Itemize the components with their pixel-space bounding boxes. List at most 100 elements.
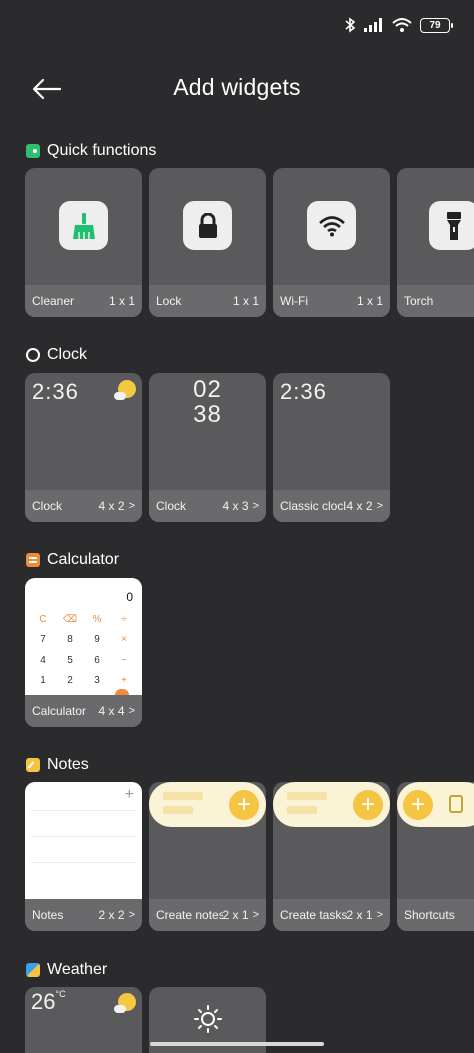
widget-name: Clock	[156, 499, 187, 513]
widget-card-clock-4x3[interactable]: 02 38 Clock 4 x 3 >	[149, 373, 266, 522]
widget-name: Shortcuts	[404, 908, 455, 922]
calculator-key: 1	[40, 675, 46, 686]
clock-time: 2:36	[280, 379, 327, 404]
calculator-key: −	[121, 655, 127, 666]
widget-name: Wi-Fi	[280, 294, 308, 308]
widget-card-lock[interactable]: Lock 1 x 1	[149, 168, 266, 317]
calculator-key: 4	[40, 655, 46, 666]
chevron-right-icon: >	[252, 909, 259, 921]
widget-footer: Cleaner 1 x 1	[25, 285, 142, 317]
add-icon: +	[403, 790, 433, 820]
wifi-icon	[307, 201, 356, 250]
chevron-right-icon: >	[128, 705, 135, 717]
widget-card-create-notes[interactable]: + Create notes 2 x 1 >	[149, 782, 266, 931]
section-title: Calculator	[47, 551, 120, 568]
widget-size: 1 x 1	[232, 294, 259, 308]
widget-footer: Notes 2 x 2 >	[25, 899, 142, 931]
shortcuts-preview: +	[397, 782, 474, 827]
note-icon	[449, 795, 463, 813]
lock-icon	[183, 201, 232, 250]
widget-name: Lock	[156, 294, 182, 308]
weather-sun-icon	[114, 380, 136, 400]
calculator-key: ⌫	[62, 614, 78, 625]
temperature-value: 26	[31, 989, 56, 1014]
widget-footer: Clock 4 x 2 >	[25, 490, 142, 522]
section-header-quick-functions: Quick functions	[26, 142, 156, 160]
signal-icon	[364, 18, 382, 32]
widget-footer: Classic clocl 4 x 2 >	[273, 490, 390, 522]
widget-footer: Create notes 2 x 1 >	[149, 899, 266, 931]
clock-time: 2:36	[32, 379, 79, 404]
quick-functions-icon	[26, 144, 40, 158]
chevron-right-icon: >	[376, 909, 383, 921]
calculator-preview: 0 C ⌫% ÷ 7 8 9 × 4 5 6 − 1 2 3 +	[25, 578, 142, 701]
wifi-status-icon	[392, 18, 412, 32]
add-task-icon: +	[353, 790, 383, 820]
status-bar: 79	[344, 14, 453, 36]
widget-footer: Lock 1 x 1	[149, 285, 266, 317]
weather-sun-icon	[114, 993, 136, 1013]
widget-card-clock-4x2[interactable]: 2:36 Clock 4 x 2 >	[25, 373, 142, 522]
clock-stacked: 02 38	[149, 377, 266, 427]
widget-footer: Torch	[397, 285, 474, 317]
calculator-display: 0	[126, 590, 133, 604]
broom-icon	[59, 201, 108, 250]
battery-indicator: 79	[420, 17, 453, 33]
calculator-key: C	[39, 614, 47, 625]
widget-name: Cleaner	[32, 294, 75, 308]
section-header-calculator: Calculator	[26, 551, 119, 569]
widget-name: Calculator	[32, 704, 87, 718]
create-task-preview: +	[273, 782, 390, 827]
widget-card-calculator[interactable]: 0 C ⌫% ÷ 7 8 9 × 4 5 6 − 1 2 3 + Calculator 4 x 4 >	[25, 578, 142, 727]
add-note-icon: +	[229, 790, 259, 820]
calculator-key: 5	[67, 655, 73, 666]
calculator-key: %	[92, 614, 102, 625]
widget-footer: Create tasks 2 x 1 >	[273, 899, 390, 931]
calculator-key: ×	[121, 634, 127, 645]
calculator-key: 6	[94, 655, 100, 666]
widget-name: Create tasks	[280, 908, 347, 922]
widget-size: 2 x 2	[98, 908, 125, 922]
notes-section-icon	[26, 758, 40, 772]
calculator-key: 2	[67, 675, 73, 686]
widget-card-torch[interactable]: Torch	[397, 168, 474, 317]
section-title: Weather	[47, 961, 108, 978]
calculator-section-icon	[26, 553, 40, 567]
notes-preview: +	[25, 782, 142, 899]
calculator-key: ÷	[121, 614, 127, 625]
clock-minute: 38	[193, 401, 222, 428]
calculator-row: 4 5 6 −	[33, 655, 134, 666]
widget-card-classic-clock[interactable]: 2:36 Classic clocl 4 x 2 >	[273, 373, 390, 522]
calculator-key: 9	[94, 634, 100, 645]
widget-name: Classic clocl	[280, 499, 347, 513]
bluetooth-icon	[345, 17, 356, 33]
widget-card-shortcuts[interactable]: + Shortcuts	[397, 782, 474, 931]
widget-footer: Wi-Fi 1 x 1	[273, 285, 390, 317]
widget-size: 4 x 2	[98, 499, 125, 513]
chevron-right-icon: >	[376, 500, 383, 512]
temperature-unit: °C	[55, 989, 66, 999]
widget-footer: Calculator 4 x 4 >	[25, 695, 142, 727]
section-header-clock: Clock	[26, 346, 87, 364]
widget-footer: Shortcuts	[397, 899, 474, 931]
widget-size: 2 x 1	[346, 908, 373, 922]
widget-card-create-tasks[interactable]: + Create tasks 2 x 1 >	[273, 782, 390, 931]
widget-card-notes[interactable]: + Notes 2 x 2 >	[25, 782, 142, 931]
widget-name: Torch	[404, 294, 434, 308]
widget-size: 1 x 1	[356, 294, 383, 308]
weather-temperature: 26°C	[31, 989, 66, 1015]
widget-size: 4 x 3	[222, 499, 249, 513]
widget-card-wifi[interactable]: Wi-Fi 1 x 1	[273, 168, 390, 317]
section-title: Notes	[47, 756, 89, 773]
section-title: Clock	[47, 346, 88, 363]
calculator-row: 7 8 9 ×	[33, 634, 134, 645]
weather-section-icon	[26, 963, 40, 977]
clock-section-icon	[26, 348, 40, 362]
calculator-row: C ⌫% ÷	[33, 614, 134, 625]
home-indicator[interactable]	[150, 1042, 324, 1046]
calculator-key: +	[121, 675, 127, 686]
widget-card-weather[interactable]: 26°C	[25, 987, 142, 1053]
battery-level: 79	[429, 19, 441, 31]
widget-card-cleaner[interactable]: Cleaner 1 x 1	[25, 168, 142, 317]
widget-size: 4 x 2	[346, 499, 373, 513]
